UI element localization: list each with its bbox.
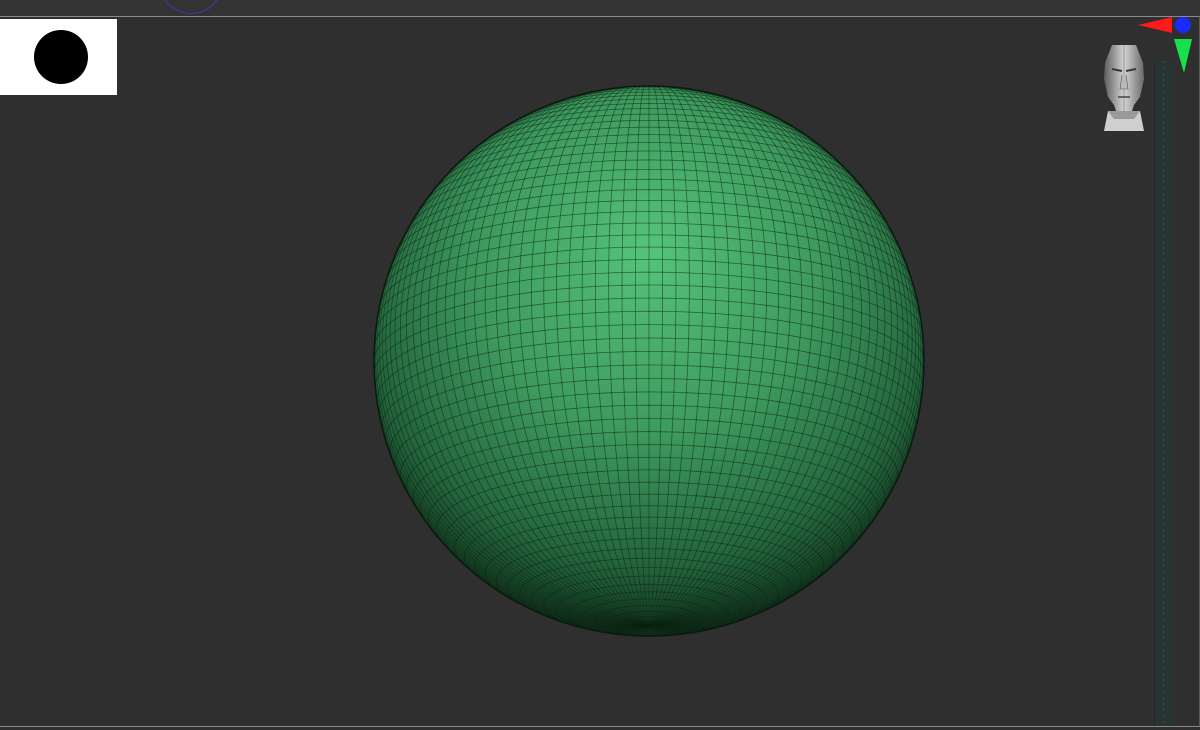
x-axis-arrow: [1138, 17, 1172, 33]
z-axis-dot: [1175, 17, 1191, 33]
round-alpha-icon: [34, 30, 88, 84]
y-axis-arrow: [1174, 39, 1192, 73]
navigation-scroll-strip[interactable]: [1154, 61, 1173, 726]
canvas-viewport[interactable]: [0, 16, 1200, 727]
alpha-preview-swatch[interactable]: [0, 19, 117, 95]
sphere-model[interactable]: [373, 85, 925, 637]
axis-gyro-icon[interactable]: [1134, 17, 1194, 77]
